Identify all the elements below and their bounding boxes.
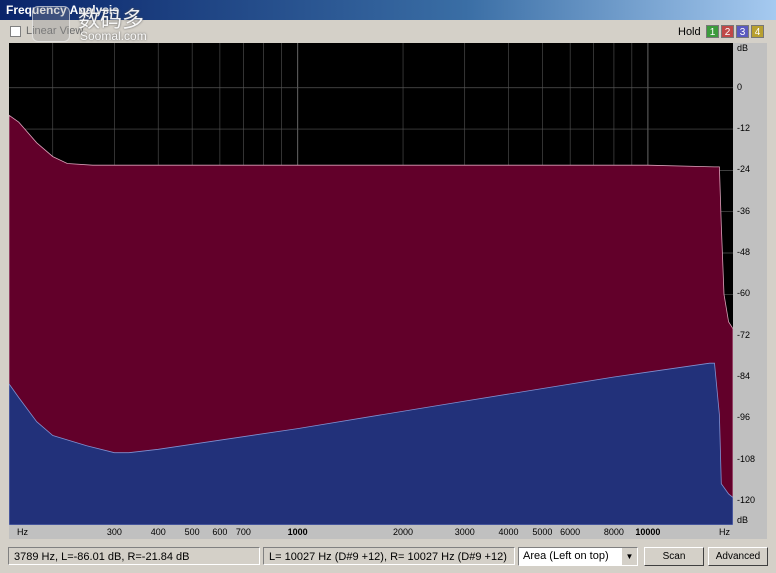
x-axis-unit-left: Hz bbox=[17, 527, 28, 537]
y-tick-label: -60 bbox=[737, 288, 751, 299]
hold-button-4[interactable]: 4 bbox=[751, 25, 764, 38]
hold-button-2[interactable]: 2 bbox=[721, 25, 734, 38]
status-bar: 3789 Hz, L=-86.01 dB, R=-21.84 dB L= 100… bbox=[0, 544, 776, 573]
linear-view-checkbox[interactable] bbox=[10, 26, 21, 37]
y-tick-label: -96 bbox=[737, 412, 751, 423]
linear-view-label[interactable]: Linear View bbox=[26, 25, 83, 37]
x-tick-label: 600 bbox=[212, 527, 228, 537]
x-tick-label: 1000 bbox=[287, 527, 308, 537]
x-tick-label: 5000 bbox=[532, 527, 553, 537]
y-tick-label: 0 bbox=[737, 81, 743, 92]
hold-button-1[interactable]: 1 bbox=[706, 25, 719, 38]
cursor-readout: 3789 Hz, L=-86.01 dB, R=-21.84 dB bbox=[8, 547, 260, 565]
x-tick-label: 4000 bbox=[498, 527, 519, 537]
y-tick-label: -12 bbox=[737, 123, 751, 134]
display-mode-value: Area (Left on top) bbox=[523, 550, 609, 562]
window-title: Frequency Analysis bbox=[6, 3, 119, 17]
x-tick-label: 8000 bbox=[603, 527, 624, 537]
x-tick-label: 700 bbox=[235, 527, 251, 537]
y-axis: dB dB 0 -12 -24 -36 -48 -60 -72 -84 -96 -108 -120 bbox=[733, 43, 767, 539]
x-tick-label: 500 bbox=[184, 527, 200, 537]
y-tick-label: -36 bbox=[737, 205, 751, 216]
title-bar: Frequency Analysis bbox=[0, 0, 776, 20]
y-tick-label: -48 bbox=[737, 247, 751, 257]
x-tick-label: 6000 bbox=[560, 527, 581, 537]
top-toolbar: Linear View Hold 1 2 3 4 bbox=[0, 20, 776, 44]
y-axis-unit-top: dB bbox=[737, 43, 749, 53]
y-tick-label: -72 bbox=[737, 329, 751, 340]
x-tick-label: 2000 bbox=[393, 527, 414, 537]
y-tick-label: -24 bbox=[737, 164, 751, 175]
display-mode-select[interactable]: Area (Left on top) ▼ bbox=[518, 547, 638, 566]
spectrum-plot[interactable] bbox=[9, 43, 733, 539]
y-axis-unit-bottom: dB bbox=[737, 515, 749, 525]
x-tick-label: 300 bbox=[106, 527, 122, 537]
frequency-analysis-window: Frequency Analysis Linear View Hold 1 2 … bbox=[0, 0, 776, 573]
scan-button[interactable]: Scan bbox=[644, 547, 704, 566]
peak-readout: L= 10027 Hz (D#9 +12), R= 10027 Hz (D#9 … bbox=[263, 547, 515, 565]
x-axis: Hz Hz 300 400 500 600 700 1000 2000 3000 4000 500… bbox=[9, 525, 733, 539]
x-tick-label: 3000 bbox=[454, 527, 475, 537]
x-axis-unit-right: Hz bbox=[719, 527, 730, 537]
hold-label: Hold bbox=[678, 26, 701, 38]
spectrum-chart bbox=[9, 43, 733, 526]
advanced-button[interactable]: Advanced bbox=[708, 547, 768, 566]
x-tick-label: 400 bbox=[150, 527, 166, 537]
y-tick-label: -108 bbox=[737, 453, 756, 464]
hold-button-3[interactable]: 3 bbox=[736, 25, 749, 38]
y-tick-label: -120 bbox=[737, 494, 756, 505]
chevron-down-icon[interactable]: ▼ bbox=[621, 548, 637, 565]
y-tick-label: -84 bbox=[737, 370, 751, 381]
x-tick-label: 10000 bbox=[635, 527, 661, 537]
